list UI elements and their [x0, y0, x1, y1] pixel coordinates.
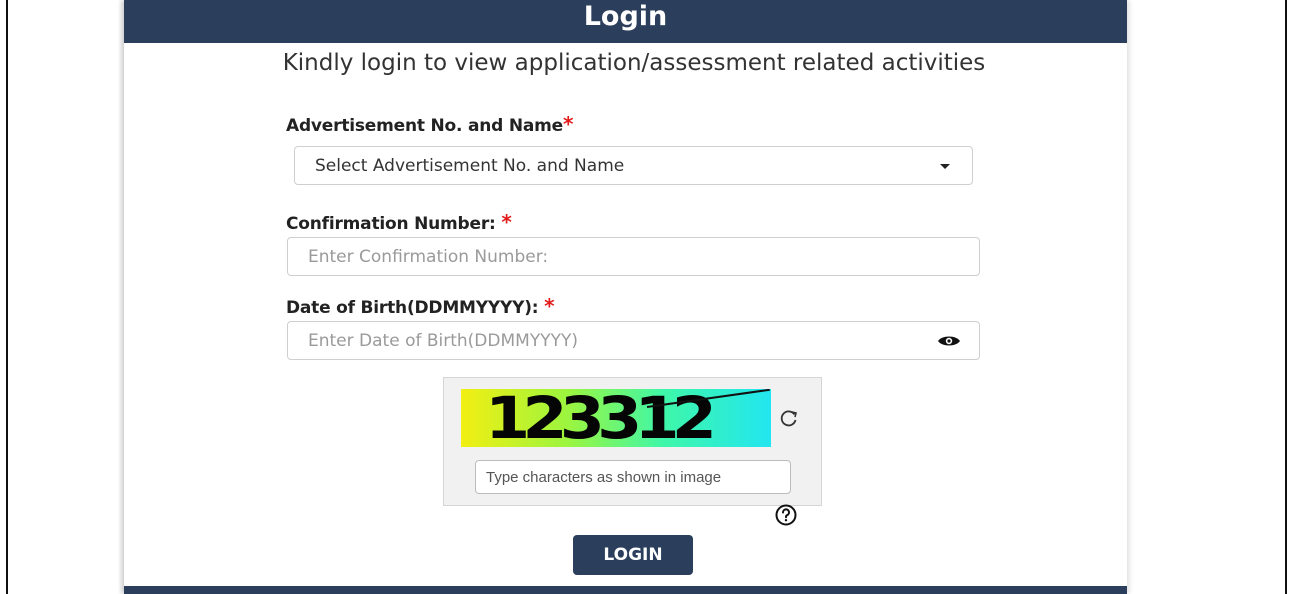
login-header: Login — [124, 0, 1127, 43]
page-title: Login — [583, 1, 668, 32]
advertisement-label: Advertisement No. and Name* — [286, 112, 573, 136]
required-mark: * — [563, 112, 574, 136]
confirmation-number-input[interactable]: Enter Confirmation Number: — [287, 237, 980, 276]
dob-label: Date of Birth(DDMMYYYY): * — [286, 294, 555, 318]
dob-label-text: Date of Birth(DDMMYYYY): — [286, 298, 539, 318]
question-circle-icon[interactable] — [775, 504, 797, 526]
captcha-container: 123312 Type characters as shown in image — [443, 377, 822, 506]
refresh-icon[interactable] — [779, 408, 799, 428]
dob-placeholder: Enter Date of Birth(DDMMYYYY) — [308, 330, 578, 351]
advertisement-label-text: Advertisement No. and Name — [286, 116, 564, 136]
captcha-input-placeholder: Type characters as shown in image — [486, 468, 722, 486]
advertisement-select[interactable]: Select Advertisement No. and Name — [294, 146, 973, 185]
captcha-code: 123312 — [485, 389, 717, 447]
confirmation-label-text: Confirmation Number: — [286, 214, 496, 234]
captcha-image: 123312 — [461, 389, 771, 447]
confirmation-label: Confirmation Number: * — [286, 210, 512, 234]
eye-icon[interactable] — [937, 334, 961, 348]
login-button[interactable]: LOGIN — [573, 535, 693, 575]
caret-down-icon — [940, 163, 950, 169]
login-panel: Login Kindly login to view application/a… — [124, 0, 1127, 594]
required-mark: * — [544, 294, 555, 318]
advertisement-select-value: Select Advertisement No. and Name — [315, 155, 625, 176]
login-footer — [124, 586, 1127, 594]
confirmation-placeholder: Enter Confirmation Number: — [308, 246, 549, 267]
required-mark: * — [501, 210, 512, 234]
dob-input[interactable]: Enter Date of Birth(DDMMYYYY) — [287, 321, 980, 360]
login-subtitle: Kindly login to view application/assessm… — [282, 50, 986, 76]
captcha-input[interactable]: Type characters as shown in image — [475, 460, 791, 494]
